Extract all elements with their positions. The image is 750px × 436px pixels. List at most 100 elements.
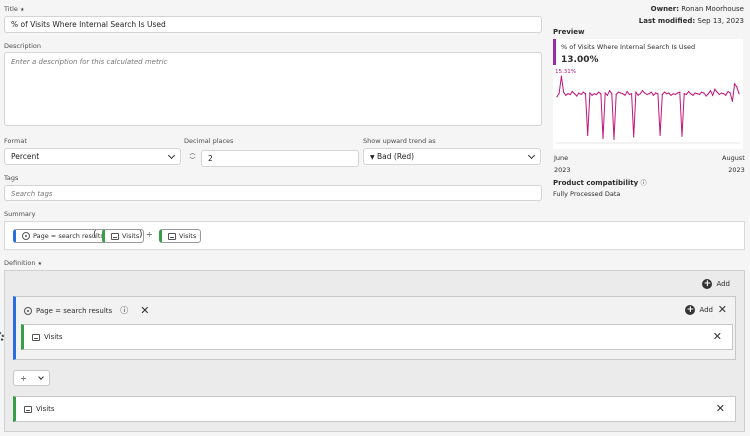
data-point [558, 92, 560, 94]
add-icon: + [702, 279, 713, 289]
data-point [569, 93, 571, 96]
close-icon[interactable]: ✕ [713, 331, 722, 342]
data-point [604, 92, 606, 94]
data-point [593, 93, 595, 95]
trend-marker-icon: ▼ [370, 154, 375, 161]
tags-input[interactable]: Search tags [4, 185, 542, 201]
data-point [617, 91, 619, 93]
data-point [624, 94, 626, 96]
data-point [639, 93, 641, 95]
last-modified-label: Last modified: [638, 17, 696, 25]
product-compat-label: Product compatibility ⓘ [553, 179, 647, 187]
container-segment-text: Page = search results [36, 306, 113, 315]
data-point [703, 92, 705, 94]
data-point [720, 92, 723, 94]
data-point [609, 90, 611, 92]
data-point [723, 93, 725, 95]
bottom-metric-row[interactable]: Visits ✕ [13, 396, 736, 422]
container-add-button[interactable]: + Add [685, 305, 713, 315]
data-point [670, 94, 672, 96]
data-point [611, 93, 613, 95]
data-point [589, 92, 591, 94]
segment-container[interactable]: Page = search results ⓘ ✕ + Add ✕ Visits… [0, 296, 736, 360]
data-point [738, 93, 740, 95]
stepper-down-icon[interactable]: ﹀ [189, 158, 195, 164]
data-point [556, 96, 558, 98]
data-point [709, 90, 712, 92]
data-point [619, 92, 622, 94]
inner-metric-row[interactable]: Visits ✕ [0, 324, 733, 350]
definition-add-button[interactable]: + Add [702, 279, 730, 289]
data-point [714, 88, 716, 90]
description-placeholder: Enter a description for this calculated … [11, 58, 168, 66]
data-point [622, 93, 624, 95]
data-point [598, 91, 600, 93]
data-point [731, 100, 734, 102]
preview-value: 13.00% [561, 55, 599, 65]
data-point [630, 93, 633, 95]
owner-name: Ronan Moorhouse [681, 5, 744, 13]
data-point [674, 93, 677, 96]
summary-open-paren: ( [93, 230, 97, 240]
data-point [659, 134, 661, 137]
format-select[interactable]: Percent [4, 148, 181, 165]
preview-label: Preview [553, 28, 585, 36]
close-icon[interactable]: ✕ [718, 304, 727, 315]
data-point [602, 137, 604, 140]
data-point [584, 93, 587, 95]
close-icon[interactable]: ✕ [716, 403, 725, 414]
data-point [677, 92, 679, 94]
description-label: Description [4, 42, 42, 50]
operator-select[interactable]: ÷ [13, 370, 50, 386]
data-point [626, 90, 628, 93]
data-point [615, 93, 617, 96]
data-point [587, 134, 589, 137]
info-icon[interactable]: ⓘ [120, 305, 128, 316]
data-point [652, 94, 655, 96]
preview-chart [556, 75, 740, 144]
data-point [705, 95, 707, 97]
info-icon[interactable]: ⓘ [641, 180, 647, 187]
data-point [571, 90, 573, 93]
series-line [556, 76, 740, 140]
add-icon: + [685, 305, 696, 315]
x-axis-end: August 2023 [722, 152, 745, 176]
decimal-label: Decimal places [184, 137, 234, 145]
definition-add-label: Add [716, 280, 730, 288]
decimal-input[interactable]: 2 [201, 150, 359, 167]
gear-icon[interactable] [0, 332, 4, 342]
data-point [672, 93, 674, 95]
data-point [683, 93, 685, 95]
segment-icon [24, 306, 32, 315]
container-add-label: Add [699, 306, 713, 314]
data-point [696, 93, 698, 95]
data-point [685, 93, 687, 96]
format-value: Percent [11, 152, 40, 161]
summary-metric2-text: Visits [179, 232, 197, 240]
data-point [578, 92, 580, 94]
data-point [729, 92, 731, 94]
data-point [573, 93, 576, 95]
data-point [606, 94, 609, 96]
close-icon[interactable]: ✕ [140, 305, 149, 316]
x-axis-start: June 2023 [554, 152, 571, 176]
x-end-month: August [722, 154, 745, 162]
data-point [727, 90, 729, 93]
title-input[interactable]: % of Visits Where Internal Search Is Use… [4, 16, 542, 33]
data-point [718, 93, 720, 96]
decimal-stepper[interactable]: ︿ ﹀ [184, 148, 201, 167]
data-point [707, 93, 709, 95]
summary-metric1-text: Visits [122, 232, 140, 240]
definition-canvas: + Add Page = search results ⓘ ✕ + Add ✕ … [0, 270, 745, 432]
data-point [644, 92, 646, 94]
decimal-value: 2 [208, 154, 213, 163]
description-input[interactable]: Enter a description for this calculated … [4, 52, 542, 126]
data-point [666, 93, 668, 95]
data-point [633, 136, 635, 138]
data-point [712, 94, 714, 96]
owner-label: Owner: [650, 5, 680, 13]
trend-select[interactable]: ▼ Bad (Red) [363, 148, 541, 165]
data-point [641, 90, 644, 92]
data-point [595, 93, 598, 96]
data-point [668, 92, 670, 94]
